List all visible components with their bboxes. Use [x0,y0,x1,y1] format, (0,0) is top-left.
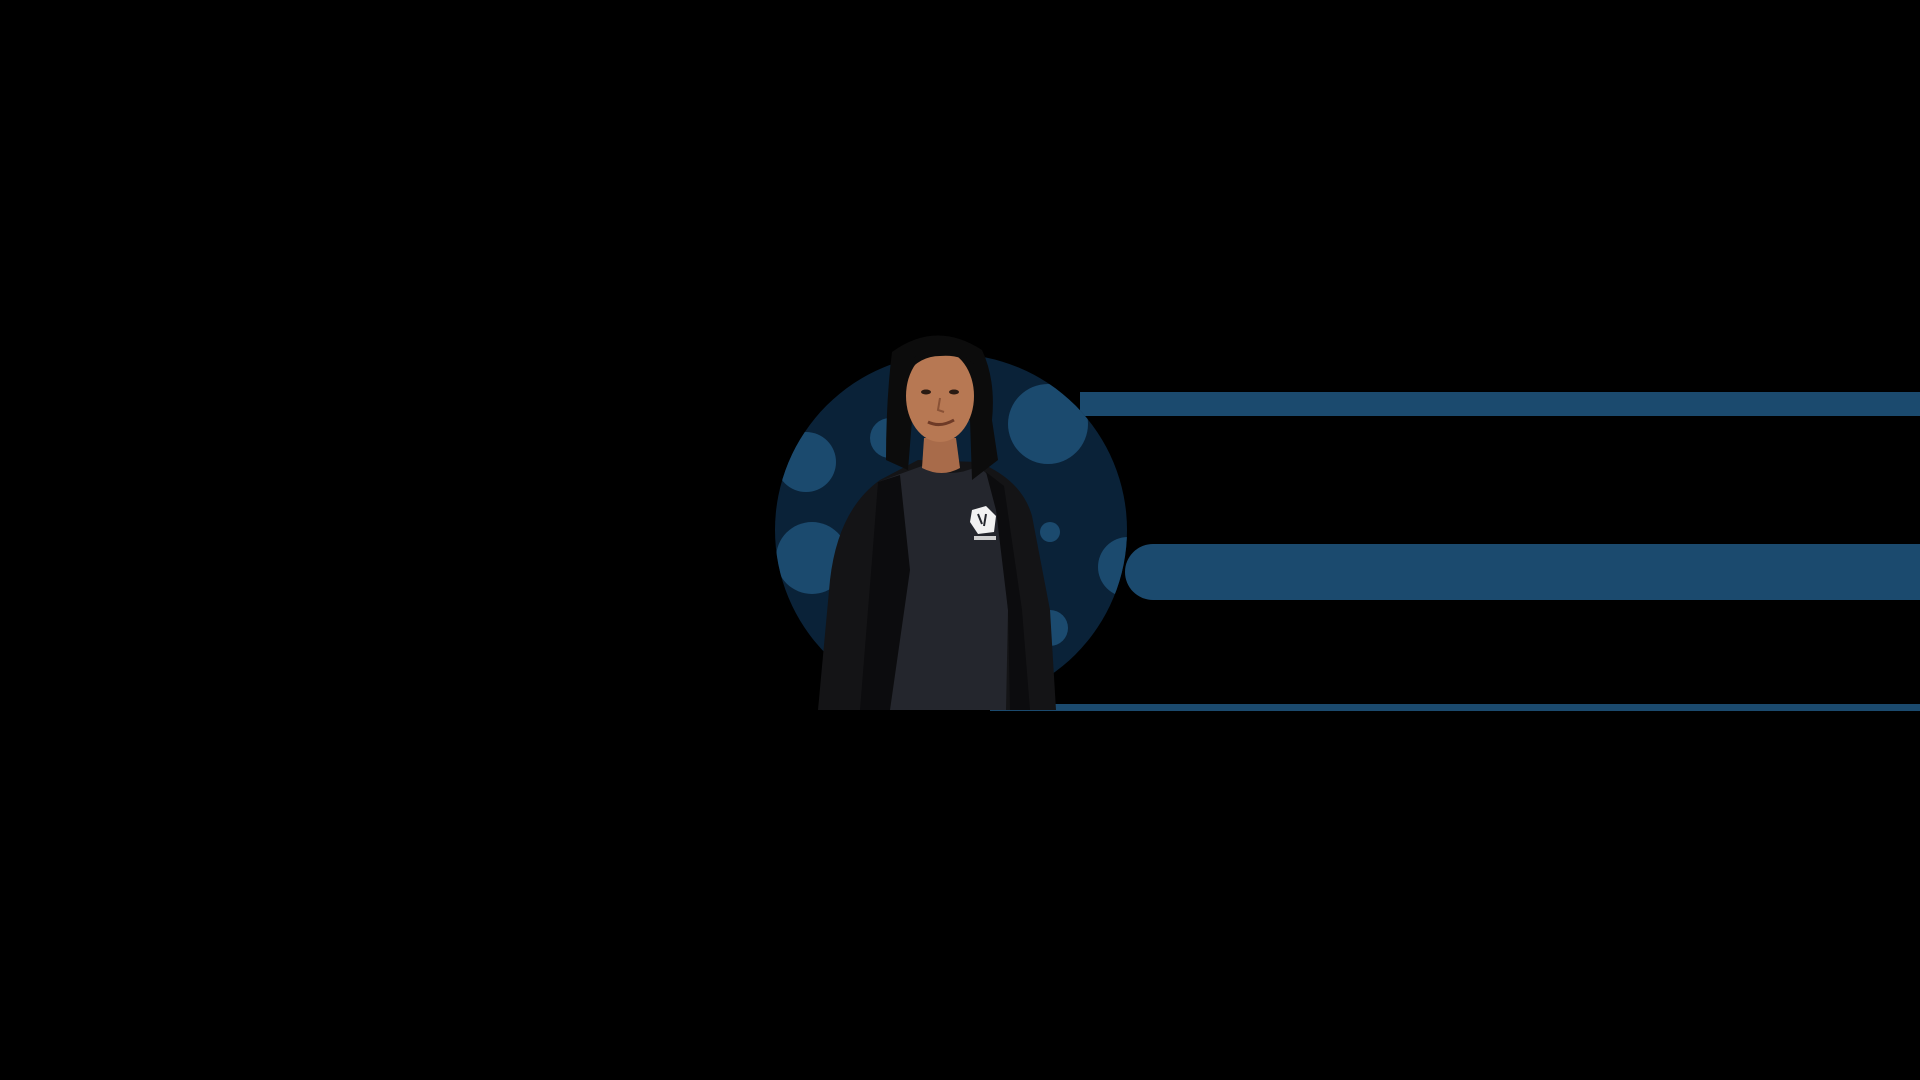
decorative-stripe-middle [1125,544,1920,600]
person-eye-left [921,389,931,395]
dot [1040,522,1060,542]
profile-avatar-illustration [775,335,1127,710]
profile-avatar [760,310,1140,730]
decorative-stripe-top [1080,392,1920,416]
dot [776,432,836,492]
hero-stage [0,0,1920,1080]
person-neck [922,438,960,473]
person-eye-right [949,389,959,395]
dot [1008,384,1088,464]
